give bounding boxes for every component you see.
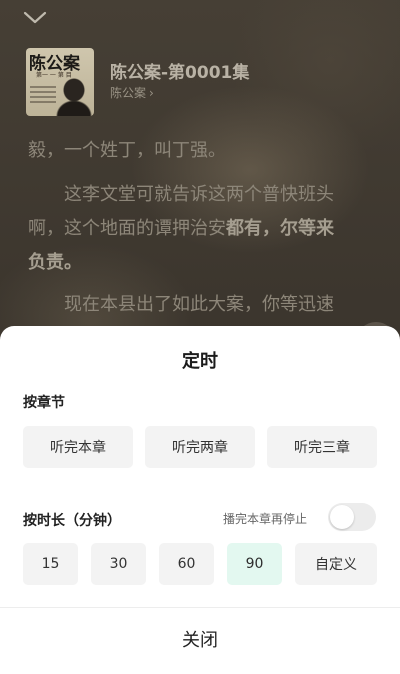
sheet-title: 定时 — [182, 351, 218, 372]
duration-option-custom[interactable]: 自定义 — [295, 543, 377, 585]
duration-option-30[interactable]: 30 — [91, 543, 146, 585]
reader-line: 现在本县出了如此大案，你等迅速 — [28, 294, 334, 315]
timer-bottom-sheet: 定时 按章节 听完本章 听完两章 听完三章 按时长（分钟） 播完本章再停止 15… — [0, 326, 400, 674]
reader-line: 毅，一个姓丁，叫丁强。 — [28, 140, 226, 161]
reader-bold-text: 都有，尔等来 — [226, 218, 334, 239]
book-cover[interactable]: 陈公案 第一 一 第 目 — [26, 48, 94, 116]
reader-bold-text: 负责。 — [28, 252, 82, 273]
reader-paragraph-2: 这李文堂可就告诉这两个普快班头 啊，这个地面的谭押治安都有，尔等来 负责。 — [28, 178, 376, 280]
duration-option-90[interactable]: 90 — [227, 543, 282, 585]
cover-text-lines — [30, 86, 56, 106]
reader-paragraph-1: 毅，一个姓丁，叫丁强。 — [28, 134, 376, 168]
chapter-option-3[interactable]: 听完三章 — [267, 426, 377, 468]
reader-line: 这李文堂可就告诉这两个普快班头 — [28, 184, 334, 205]
reader-text: 啊，这个地面的谭押治安 — [28, 218, 226, 239]
stop-after-chapter-toggle[interactable] — [328, 503, 376, 531]
duration-option-60[interactable]: 60 — [159, 543, 214, 585]
cover-portrait — [56, 78, 92, 116]
reader-line: 啊，这个地面的谭押治安都有，尔等来 — [28, 212, 376, 246]
duration-option-15[interactable]: 15 — [23, 543, 78, 585]
reader-paragraph-3: 现在本县出了如此大案，你等迅速 — [28, 288, 376, 322]
chevron-down-icon[interactable] — [22, 9, 48, 31]
author-name: 陈公案 — [110, 86, 147, 100]
book-author-link[interactable]: 陈公案 › — [110, 84, 154, 101]
stop-after-chapter-label: 播完本章再停止 — [223, 512, 308, 526]
chapter-option-2[interactable]: 听完两章 — [145, 426, 255, 468]
chapter-option-1[interactable]: 听完本章 — [23, 426, 133, 468]
by-duration-label: 按时长（分钟） — [23, 513, 121, 529]
chevron-right-icon: › — [149, 86, 154, 100]
toggle-knob — [330, 505, 354, 529]
close-button[interactable]: 关闭 — [0, 608, 400, 670]
by-chapter-label: 按章节 — [23, 395, 65, 411]
reader-line: 负责。 — [28, 246, 376, 280]
book-title: 陈公案-第0001集 — [110, 63, 250, 83]
